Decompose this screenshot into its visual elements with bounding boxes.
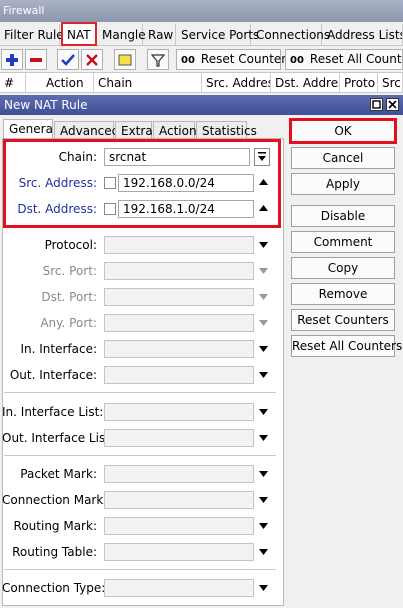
reset-all-counters-button[interactable]: Reset All Counters — [291, 335, 402, 357]
connection-mark-label: Connection Mark: — [2, 493, 108, 507]
filter-icon — [151, 53, 165, 67]
cancel-button[interactable]: Cancel — [291, 147, 395, 169]
expand-down-icon[interactable] — [258, 468, 269, 479]
expand-down-icon[interactable] — [258, 520, 269, 531]
apply-button[interactable]: Apply — [291, 173, 395, 195]
expand-down-icon[interactable] — [258, 343, 269, 354]
col-action[interactable]: Action — [42, 73, 94, 93]
expand-down-icon[interactable] — [258, 494, 269, 505]
reset-all-counters-label: Reset All Counters — [309, 52, 402, 66]
dst-port-label: Dst. Port: — [41, 290, 97, 304]
tab-filter-rules[interactable]: Filter Rules — [0, 24, 70, 46]
tab-extra[interactable]: Extra — [115, 121, 153, 139]
expand-down-icon[interactable] — [258, 239, 269, 250]
routing-mark-select[interactable] — [104, 517, 254, 535]
tab-mangle[interactable]: Mangle — [98, 24, 146, 46]
tab-service-ports[interactable]: Service Ports — [177, 24, 259, 46]
expand-down-icon[interactable] — [258, 291, 269, 302]
toolbar: 00Reset Counters 00Reset All Counters — [0, 46, 403, 73]
in-interface-label: In. Interface: — [20, 342, 97, 356]
highlight-box — [3, 139, 281, 228]
comment-button[interactable]: Comment — [291, 231, 395, 253]
packet-mark-select[interactable] — [104, 465, 254, 483]
column-headers: # Action Chain Src. Address Dst. Address… — [0, 73, 403, 93]
routing-table-select[interactable] — [104, 543, 254, 561]
col-src-address[interactable]: Src. Address — [202, 73, 271, 93]
highlight-box — [289, 118, 397, 144]
dialog-title: New NAT Rule — [0, 95, 403, 115]
src-port-input[interactable] — [104, 262, 254, 280]
in-interface-list-select[interactable] — [104, 403, 254, 421]
enable-button[interactable] — [57, 49, 79, 70]
out-interface-list-select[interactable] — [104, 429, 254, 447]
tab-raw[interactable]: Raw — [144, 24, 176, 46]
reset-all-counters-button[interactable]: 00 Reset All Counters — [285, 49, 403, 70]
tab-nat[interactable]: NAT — [61, 22, 97, 46]
remove-button[interactable] — [25, 49, 47, 70]
tab-statistics[interactable]: Statistics — [196, 121, 257, 139]
routing-table-label: Routing Table: — [12, 545, 97, 559]
minus-icon — [30, 57, 42, 62]
protocol-select[interactable] — [104, 236, 254, 254]
src-port-label: Src. Port: — [42, 264, 97, 278]
comment-button[interactable] — [114, 49, 136, 70]
routing-mark-label: Routing Mark: — [13, 519, 97, 533]
connection-mark-select[interactable] — [104, 491, 254, 509]
tab-connections[interactable]: Connections — [252, 24, 330, 46]
any-port-label: Any. Port: — [40, 316, 97, 330]
dst-port-input[interactable] — [104, 288, 254, 306]
filter-button[interactable] — [147, 49, 169, 70]
counter-icon: 00 — [181, 55, 195, 66]
col-dst-address[interactable]: Dst. Address — [271, 73, 340, 93]
close-icon[interactable] — [386, 98, 399, 111]
expand-down-icon[interactable] — [258, 546, 269, 557]
expand-down-icon[interactable] — [258, 265, 269, 276]
tab-general[interactable]: General — [3, 119, 56, 139]
check-icon — [61, 53, 75, 66]
separator — [4, 392, 276, 393]
maximize-icon[interactable] — [370, 98, 383, 111]
expand-down-icon[interactable] — [258, 582, 269, 593]
out-interface-list-label: Out. Interface List: — [2, 431, 114, 445]
protocol-label: Protocol: — [44, 238, 97, 252]
connection-type-label: Connection Type: — [2, 581, 106, 595]
expand-down-icon[interactable] — [258, 369, 269, 380]
col-chain[interactable]: Chain — [94, 73, 202, 93]
in-interface-list-label: In. Interface List: — [2, 405, 104, 419]
reset-counters-button[interactable]: 00 Reset Counters — [176, 49, 292, 70]
col-src-port[interactable]: Src. Port — [378, 73, 403, 93]
note-icon — [118, 54, 132, 65]
remove-button[interactable]: Remove — [291, 283, 395, 305]
any-port-input[interactable] — [104, 314, 254, 332]
tab-action[interactable]: Action — [153, 121, 197, 139]
disable-button[interactable] — [81, 49, 103, 70]
separator — [4, 455, 276, 456]
expand-down-icon[interactable] — [258, 432, 269, 443]
x-icon — [86, 53, 98, 66]
add-button[interactable] — [1, 49, 23, 70]
separator — [4, 569, 276, 570]
reset-counters-button[interactable]: Reset Counters — [291, 309, 395, 331]
tab-advanced[interactable]: Advanced — [54, 121, 119, 139]
expand-down-icon[interactable] — [258, 317, 269, 328]
reset-counters-label: Reset Counters — [200, 52, 293, 66]
window-title: Firewall — [0, 0, 403, 22]
out-interface-label: Out. Interface: — [9, 368, 97, 382]
expand-down-icon[interactable] — [258, 406, 269, 417]
out-interface-select[interactable] — [104, 366, 254, 384]
col-proto[interactable]: Proto — [340, 73, 378, 93]
plus-icon — [6, 53, 18, 66]
disable-button[interactable]: Disable — [291, 205, 395, 227]
copy-button[interactable]: Copy — [291, 257, 395, 279]
connection-type-select[interactable] — [104, 579, 254, 597]
firewall-tabs: Filter Rules NAT Mangle Raw Service Port… — [0, 22, 403, 46]
packet-mark-label: Packet Mark: — [20, 467, 97, 481]
tab-address-lists[interactable]: Address Lists — [323, 24, 403, 46]
col-number[interactable]: # — [0, 73, 26, 93]
in-interface-select[interactable] — [104, 340, 254, 358]
counter-icon: 00 — [290, 55, 304, 66]
